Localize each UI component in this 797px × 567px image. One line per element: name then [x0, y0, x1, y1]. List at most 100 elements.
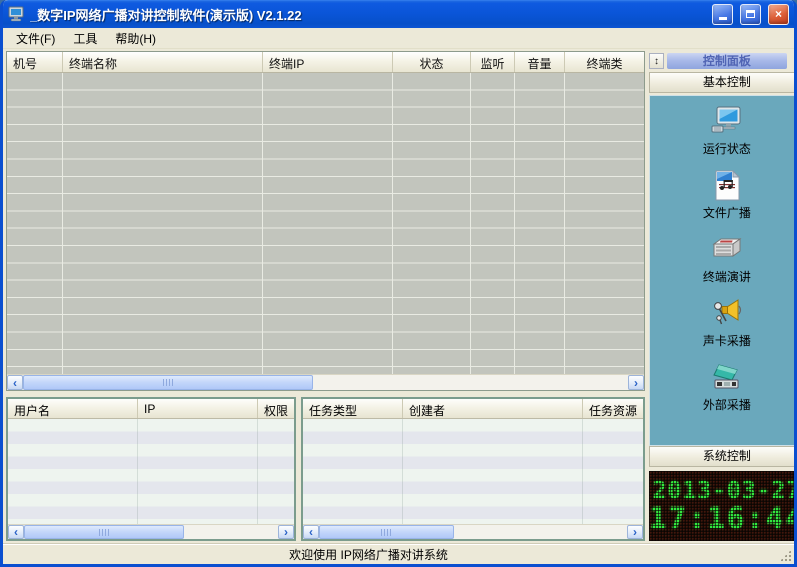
section-basic-control[interactable]: 基本控制: [649, 72, 797, 93]
main-content: 机号 终端名称 终端IP 状态 监听 音量 终端类: [3, 49, 794, 543]
col-header-permission[interactable]: 权限: [258, 399, 294, 418]
terminal-h-scrollbar[interactable]: ‹ ›: [7, 374, 644, 390]
media-device-icon: [710, 362, 743, 393]
terminal-col-device-id: [7, 73, 63, 374]
tool-terminal-speech[interactable]: 终端演讲: [703, 234, 751, 285]
window-title: _数字IP网络广播对讲控制软件(演示版) V2.1.22: [30, 5, 705, 24]
tool-running-status[interactable]: 运行状态: [703, 106, 751, 157]
app-window: _数字IP网络广播对讲控制软件(演示版) V2.1.22 × 文件(F) 工具 …: [0, 0, 797, 567]
section-system-control[interactable]: 系统控制: [649, 446, 797, 467]
scroll-grip-icon: [99, 529, 110, 536]
col-header-task-type[interactable]: 任务类型: [303, 399, 403, 418]
panel-close-button[interactable]: ×: [790, 54, 797, 68]
resize-grip[interactable]: [779, 549, 792, 562]
scroll-right-button[interactable]: ›: [278, 525, 294, 539]
title-bar: _数字IP网络广播对讲控制软件(演示版) V2.1.22 ×: [3, 0, 794, 28]
minimize-icon: [719, 17, 727, 20]
mic-speaker-icon: [710, 298, 743, 329]
close-icon: ×: [775, 7, 782, 21]
col-header-task-resource[interactable]: 任务资源: [583, 399, 643, 418]
tasks-col-task-type: [303, 419, 403, 524]
scroll-right-button[interactable]: ›: [628, 375, 644, 390]
maximize-icon: [746, 10, 755, 18]
scroll-thumb[interactable]: [24, 525, 184, 539]
control-panel-sidebar: ↕ 控制面板 × 基本控制 运行: [648, 51, 797, 541]
control-panel-title: 控制面板: [703, 54, 751, 68]
users-table-header: 用户名 IP 权限: [8, 399, 294, 419]
maximize-button[interactable]: [740, 4, 761, 25]
terminal-table-header: 机号 终端名称 终端IP 状态 监听 音量 终端类: [7, 52, 644, 73]
scroll-right-button[interactable]: ›: [627, 525, 643, 539]
col-header-terminal-name[interactable]: 终端名称: [63, 52, 263, 72]
scroll-grip-icon: [381, 529, 392, 536]
users-h-scrollbar[interactable]: ‹ ›: [8, 524, 294, 539]
tasks-table: 任务类型 创建者 任务资源 ‹ ›: [301, 397, 645, 541]
users-col-user-name: [8, 419, 138, 524]
tool-label: 声卡采播: [703, 332, 751, 349]
terminal-col-monitor: [471, 73, 515, 374]
date-display: 2013-03-27: [653, 479, 797, 503]
scroll-track[interactable]: [319, 525, 627, 539]
users-table: 用户名 IP 权限 ‹ ›: [6, 397, 296, 541]
dock-toggle-button[interactable]: ↕: [649, 53, 664, 69]
terminal-col-volume: [515, 73, 565, 374]
col-header-status[interactable]: 状态: [393, 52, 471, 72]
tasks-table-header: 任务类型 创建者 任务资源: [303, 399, 643, 419]
tool-label: 终端演讲: [703, 268, 751, 285]
tool-label: 文件广播: [703, 204, 751, 221]
col-header-user-name[interactable]: 用户名: [8, 399, 138, 418]
users-col-ip: [138, 419, 258, 524]
status-message: 欢迎使用 IP网络广播对讲系统: [289, 546, 448, 563]
left-column: 机号 终端名称 终端IP 状态 监听 音量 终端类: [6, 51, 645, 541]
control-panel-title-handle[interactable]: 控制面板: [667, 53, 787, 69]
tool-label: 运行状态: [703, 140, 751, 157]
amplifier-icon: [710, 234, 743, 265]
tool-label: 外部采播: [703, 396, 751, 413]
tasks-col-creator: [403, 419, 583, 524]
tasks-table-body: [303, 419, 643, 524]
menu-bar: 文件(F) 工具 帮助(H): [3, 28, 794, 49]
status-bar: 欢迎使用 IP网络广播对讲系统: [3, 543, 794, 564]
scroll-thumb[interactable]: [23, 375, 313, 390]
col-header-terminal-type[interactable]: 终端类: [565, 52, 644, 72]
time-display: 17:16:44: [649, 504, 797, 533]
col-header-creator[interactable]: 创建者: [403, 399, 583, 418]
terminal-table: 机号 终端名称 终端IP 状态 监听 音量 终端类: [6, 51, 645, 391]
scroll-left-button[interactable]: ‹: [8, 525, 24, 539]
scroll-grip-icon: [163, 379, 174, 386]
bottom-row: 用户名 IP 权限 ‹ ›: [6, 397, 645, 541]
scroll-track[interactable]: [23, 375, 628, 390]
menu-tools[interactable]: 工具: [64, 28, 106, 49]
control-panel-caption: ↕ 控制面板 ×: [649, 52, 797, 70]
app-logo-icon[interactable]: [8, 6, 25, 22]
tool-file-broadcast[interactable]: 文件广播: [703, 170, 751, 221]
scroll-track[interactable]: [24, 525, 278, 539]
tool-external-broadcast[interactable]: 外部采播: [703, 362, 751, 413]
close-button[interactable]: ×: [768, 4, 789, 25]
terminal-col-terminal-name: [63, 73, 263, 374]
col-header-device-id[interactable]: 机号: [7, 52, 63, 72]
terminal-col-terminal-ip: [263, 73, 393, 374]
led-clock: 2013-03-27 17:16:44: [649, 471, 797, 541]
tasks-col-task-resource: [583, 419, 643, 524]
tool-soundcard-broadcast[interactable]: 声卡采播: [703, 298, 751, 349]
menu-help[interactable]: 帮助(H): [106, 28, 165, 49]
users-table-body: [8, 419, 294, 524]
tasks-h-scrollbar[interactable]: ‹ ›: [303, 524, 643, 539]
terminal-col-status: [393, 73, 471, 374]
music-file-icon: [710, 170, 743, 201]
scroll-left-button[interactable]: ‹: [303, 525, 319, 539]
menu-file[interactable]: 文件(F): [7, 28, 64, 49]
terminal-table-body: [7, 73, 644, 374]
col-header-terminal-ip[interactable]: 终端IP: [263, 52, 393, 72]
col-header-volume[interactable]: 音量: [515, 52, 565, 72]
col-header-monitor[interactable]: 监听: [471, 52, 515, 72]
dock-arrows-icon: ↕: [654, 56, 659, 67]
basic-control-tools: 运行状态 文: [649, 95, 797, 446]
scroll-left-button[interactable]: ‹: [7, 375, 23, 390]
scroll-thumb[interactable]: [319, 525, 454, 539]
col-header-ip[interactable]: IP: [138, 399, 258, 418]
minimize-button[interactable]: [712, 4, 733, 25]
terminal-col-terminal-type: [565, 73, 644, 374]
users-col-permission: [258, 419, 294, 524]
